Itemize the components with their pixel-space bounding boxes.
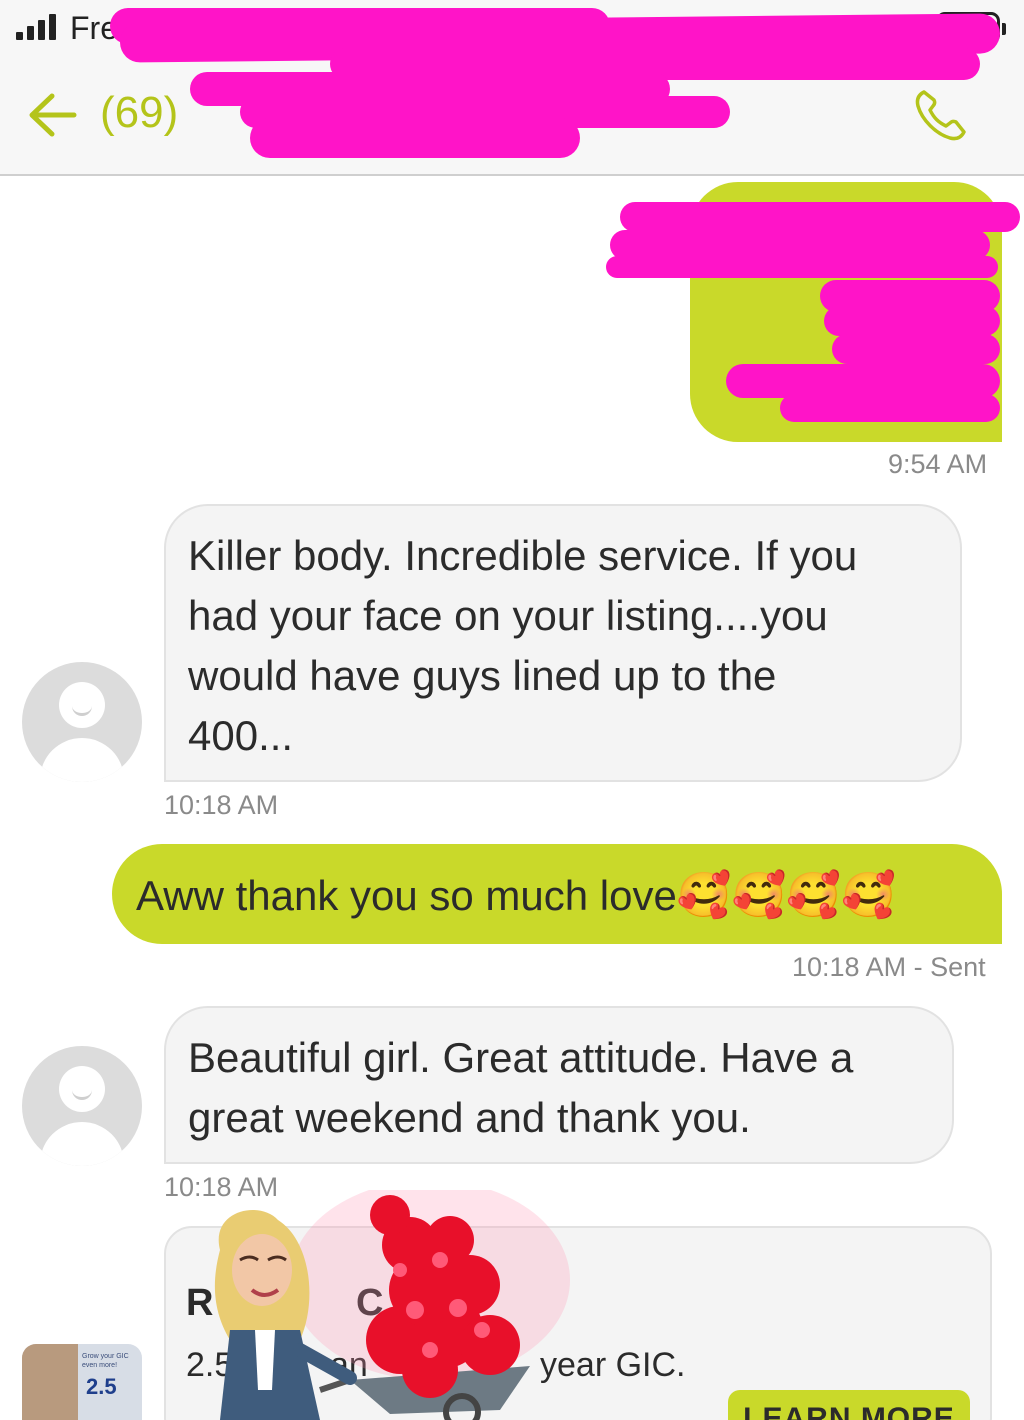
message-text-line: great weekend and thank you.	[188, 1094, 751, 1141]
bitmoji-hearts-wheelbarrow-sticker	[200, 1180, 580, 1420]
ad-thumbnail[interactable]: Grow your GIC even more! 2.5	[22, 1344, 142, 1420]
outgoing-message-bubble[interactable]: Aww thank you so much love🥰🥰🥰🥰	[112, 844, 1002, 944]
unread-count[interactable]: (69)	[100, 88, 178, 138]
phone-icon[interactable]	[910, 84, 972, 146]
incoming-message-bubble[interactable]: Killer body. Incredible service. If you …	[164, 504, 962, 782]
message-timestamp: 10:18 AM - Sent	[792, 952, 986, 982]
message-timestamp: 10:18 AM	[164, 790, 279, 820]
ad-thumb-text: even more!	[82, 1362, 118, 1369]
message-timestamp: 9:54 AM	[888, 449, 988, 479]
learn-more-button[interactable]: LEARN MORE	[728, 1390, 970, 1420]
message-text-line: would have guys lined up to the	[188, 652, 777, 699]
message-text-line: 400...	[188, 712, 294, 759]
message-text-line: Beautiful girl. Great attitude. Have a	[188, 1034, 854, 1081]
message-text-line: had your face on your listing....you	[188, 592, 828, 639]
message-text: Aww thank you so much love	[136, 872, 677, 919]
contact-avatar[interactable]	[22, 1046, 142, 1166]
incoming-message-bubble[interactable]: Beautiful girl. Great attitude. Have a g…	[164, 1006, 954, 1164]
contact-avatar[interactable]	[22, 662, 142, 782]
message-text-line: Killer body. Incredible service. If you	[188, 532, 858, 579]
ad-thumb-text: Grow your GIC	[82, 1353, 129, 1360]
smiling-face-with-hearts-icon: 🥰🥰🥰🥰	[676, 870, 896, 921]
top-bar: Fre (69)	[0, 0, 1024, 176]
signal-strength-icon	[16, 14, 56, 40]
back-arrow-icon[interactable]	[22, 84, 84, 146]
ad-thumb-rate: 2.5	[86, 1374, 117, 1399]
